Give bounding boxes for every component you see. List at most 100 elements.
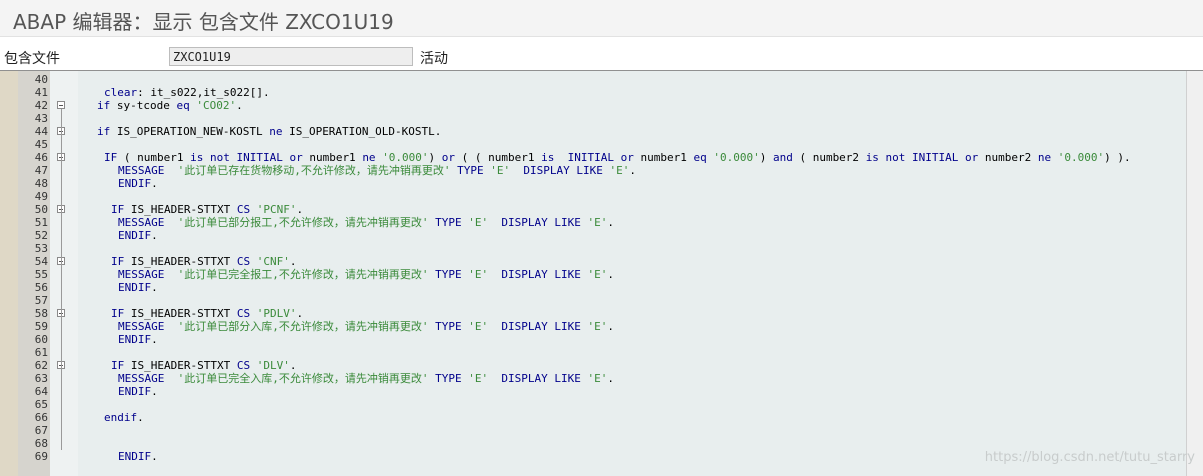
code-token: IS_HEADER-STTXT bbox=[124, 307, 237, 320]
code-string: 'E' bbox=[587, 216, 608, 229]
code-line[interactable]: 51 MESSAGE '此订单已部分报工,不允许修改，请先冲销再更改' TYPE … bbox=[0, 216, 1187, 229]
code-keyword: IF bbox=[104, 151, 118, 164]
code-string: 'E' bbox=[587, 320, 608, 333]
code-line[interactable]: 68 bbox=[0, 437, 1187, 450]
code-line[interactable]: 53 bbox=[0, 242, 1187, 255]
code-editor[interactable]: 40 41 clear: it_s022,it_s022[]. 42 if sy-tco… bbox=[0, 70, 1203, 476]
code-keyword: DISPLAY LIKE bbox=[501, 216, 581, 229]
code-keyword: ENDIF bbox=[118, 177, 152, 190]
code-line[interactable]: 42 if sy-tcode eq 'CO02'. bbox=[0, 99, 1187, 112]
code-line[interactable]: 65 bbox=[0, 398, 1187, 411]
code-token: . bbox=[296, 203, 304, 216]
code-line[interactable]: 59 MESSAGE '此订单已部分入库,不允许修改，请先冲销再更改' TYPE … bbox=[0, 320, 1187, 333]
code-line[interactable]: 58 IF IS_HEADER-STTXT CS 'PDLV'. bbox=[0, 307, 1187, 320]
code-string: '此订单已存在货物移动,不允许修改，请先冲销再更改' bbox=[177, 164, 451, 177]
code-line[interactable]: 57 bbox=[0, 294, 1187, 307]
code-line[interactable]: 46 IF ( number1 is not INITIAL or number1… bbox=[0, 151, 1187, 164]
include-name-field[interactable]: ZXCO1U19 bbox=[169, 47, 413, 66]
line-number: 42 bbox=[34, 99, 48, 112]
code-keyword: CS bbox=[236, 203, 251, 216]
code-line[interactable]: 41 clear: it_s022,it_s022[]. bbox=[0, 86, 1187, 99]
code-token: ( number1 bbox=[117, 151, 191, 164]
code-keyword: MESSAGE bbox=[118, 164, 165, 177]
code-string: 'E' bbox=[587, 268, 608, 281]
code-string: 'E' bbox=[490, 164, 511, 177]
code-line[interactable]: 55 MESSAGE '此订单已完全报工,不允许修改，请先冲销再更改' TYPE … bbox=[0, 268, 1187, 281]
code-keyword: ne bbox=[269, 125, 283, 138]
line-number: 61 bbox=[34, 346, 48, 359]
code-token: . bbox=[296, 307, 304, 320]
code-line[interactable]: 54 IF IS_HEADER-STTXT CS 'CNF'. bbox=[0, 255, 1187, 268]
code-text: IF ( number1 is not INITIAL or number1 n… bbox=[104, 151, 1131, 164]
line-number: 56 bbox=[34, 281, 48, 294]
code-line[interactable]: 48 ENDIF. bbox=[0, 177, 1187, 190]
window-title: ABAP 编辑器：显示 包含文件 ZXCO1U19 bbox=[13, 10, 394, 34]
code-line[interactable]: 67 bbox=[0, 424, 1187, 437]
code-string: 'DLV' bbox=[256, 359, 290, 372]
line-number: 69 bbox=[34, 450, 48, 463]
code-keyword: IF bbox=[111, 307, 125, 320]
line-number: 49 bbox=[34, 190, 48, 203]
code-text: ENDIF. bbox=[118, 450, 158, 463]
code-string: 'CNF' bbox=[256, 255, 290, 268]
code-string: 'E' bbox=[468, 372, 489, 385]
code-keyword: DISPLAY LIKE bbox=[523, 164, 603, 177]
line-number: 59 bbox=[34, 320, 48, 333]
code-token: . bbox=[607, 268, 614, 281]
code-keyword: clear bbox=[104, 86, 138, 99]
code-string: '0.000' bbox=[713, 151, 760, 164]
code-keyword: IF bbox=[111, 203, 125, 216]
code-text: if IS_OPERATION_NEW-KOSTL ne IS_OPERATIO… bbox=[97, 125, 441, 138]
line-number: 45 bbox=[34, 138, 48, 151]
code-string: '此订单已完全入库,不允许修改，请先冲销再更改' bbox=[177, 372, 429, 385]
code-text: ENDIF. bbox=[118, 333, 158, 346]
fold-guide-line bbox=[61, 109, 62, 450]
code-token: : it_s022,it_s022[]. bbox=[137, 86, 270, 99]
code-line[interactable]: 47 MESSAGE '此订单已存在货物移动,不允许修改，请先冲销再更改' TYP… bbox=[0, 164, 1187, 177]
code-line[interactable]: 61 bbox=[0, 346, 1187, 359]
code-line[interactable]: 52 ENDIF. bbox=[0, 229, 1187, 242]
code-line[interactable]: 63 MESSAGE '此订单已完全入库,不允许修改，请先冲销再更改' TYPE … bbox=[0, 372, 1187, 385]
code-token: . bbox=[137, 411, 144, 424]
code-keyword: TYPE bbox=[435, 372, 462, 385]
code-line[interactable]: 43 bbox=[0, 112, 1187, 125]
code-line[interactable]: 45 bbox=[0, 138, 1187, 151]
code-text: ENDIF. bbox=[118, 177, 158, 190]
code-line[interactable]: 40 bbox=[0, 73, 1187, 86]
code-line[interactable]: 56 ENDIF. bbox=[0, 281, 1187, 294]
code-token: number2 bbox=[978, 151, 1038, 164]
line-number: 51 bbox=[34, 216, 48, 229]
title-bar: ABAP 编辑器：显示 包含文件 ZXCO1U19 bbox=[0, 0, 1203, 37]
code-line[interactable]: 44 if IS_OPERATION_NEW-KOSTL ne IS_OPERAT… bbox=[0, 125, 1187, 138]
code-keyword: ENDIF bbox=[118, 333, 152, 346]
vertical-scrollbar[interactable] bbox=[1186, 71, 1203, 476]
code-line[interactable]: 49 bbox=[0, 190, 1187, 203]
line-number: 65 bbox=[34, 398, 48, 411]
code-token: . bbox=[151, 450, 158, 463]
code-string: 'E' bbox=[468, 320, 489, 333]
code-token: . bbox=[151, 385, 158, 398]
code-line[interactable]: 66 endif. bbox=[0, 411, 1187, 424]
code-keyword: MESSAGE bbox=[118, 216, 165, 229]
line-number: 60 bbox=[34, 333, 48, 346]
code-string: 'E' bbox=[587, 372, 608, 385]
line-number: 63 bbox=[34, 372, 48, 385]
code-text: IF IS_HEADER-STTXT CS 'CNF'. bbox=[111, 255, 296, 268]
code-token: ) ). bbox=[1104, 151, 1131, 164]
include-label: 包含文件 bbox=[4, 51, 60, 67]
code-token: . bbox=[289, 255, 297, 268]
code-keyword: eq bbox=[176, 99, 190, 112]
code-line[interactable]: 62 IF IS_HEADER-STTXT CS 'DLV'. bbox=[0, 359, 1187, 372]
code-line[interactable]: 50 IF IS_HEADER-STTXT CS 'PCNF'. bbox=[0, 203, 1187, 216]
code-token: . bbox=[151, 177, 158, 190]
include-info-bar: 包含文件 ZXCO1U19 活动 bbox=[0, 37, 1203, 69]
code-line[interactable]: 60 ENDIF. bbox=[0, 333, 1187, 346]
code-line[interactable]: 64 ENDIF. bbox=[0, 385, 1187, 398]
code-keyword: is not INITIAL or bbox=[190, 151, 303, 164]
fold-toggle-icon[interactable] bbox=[57, 101, 65, 109]
